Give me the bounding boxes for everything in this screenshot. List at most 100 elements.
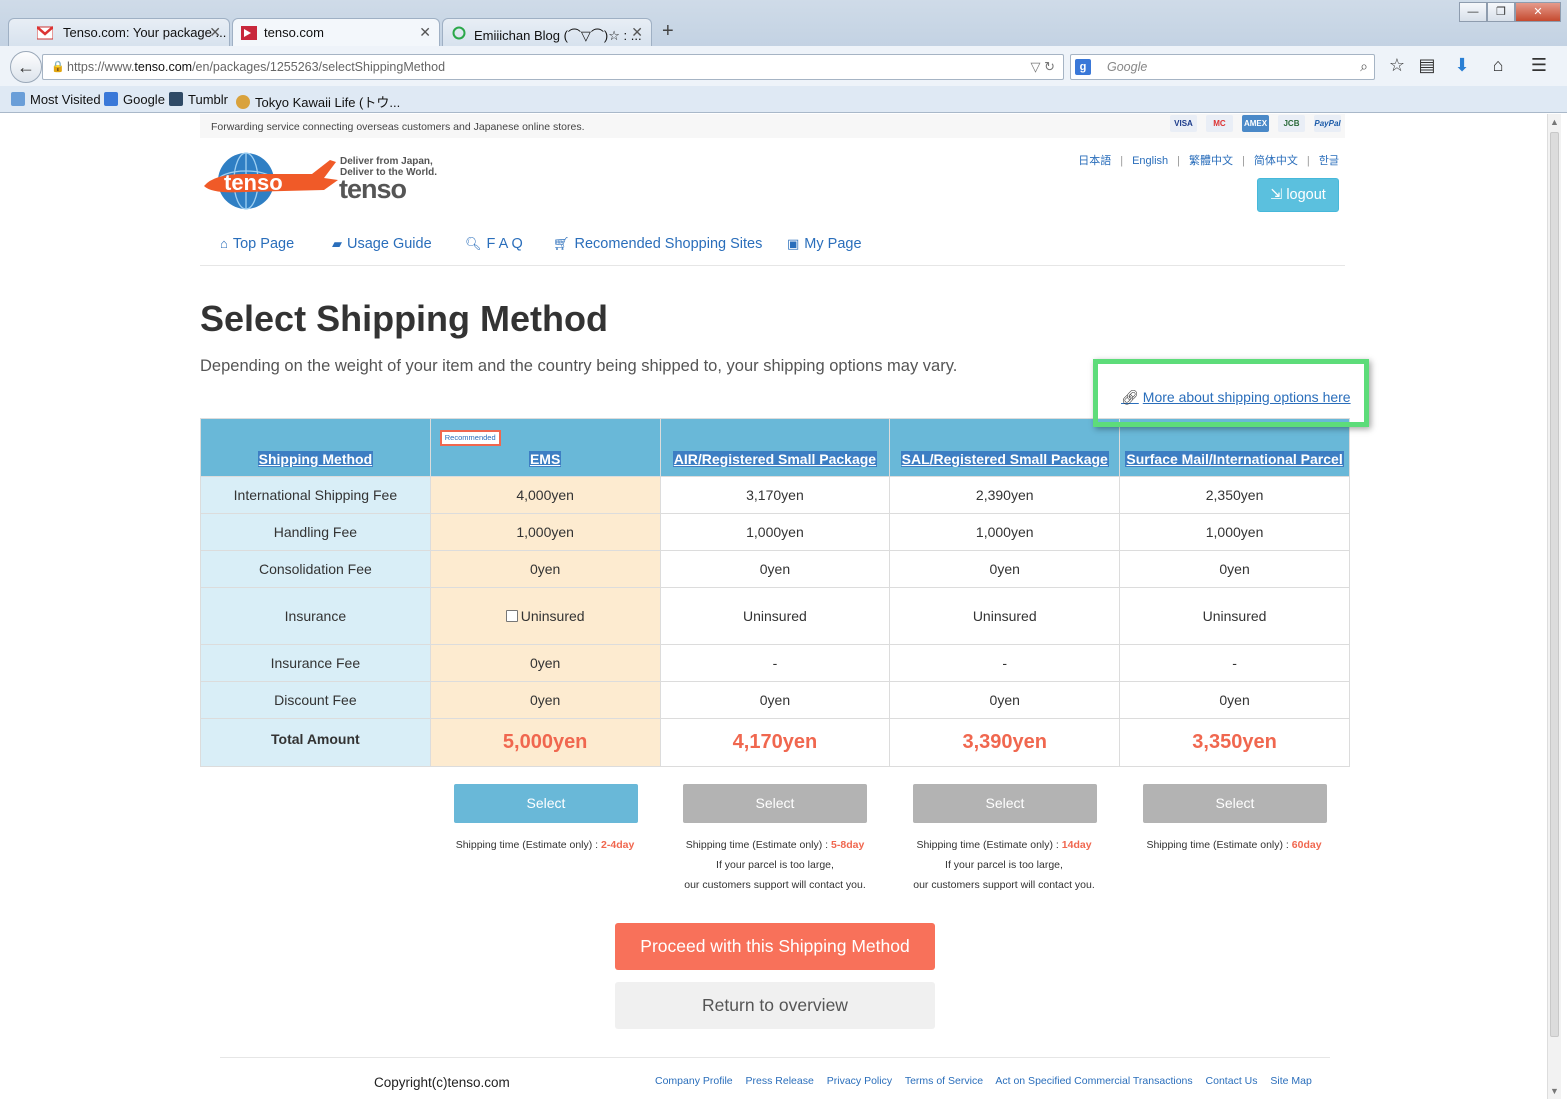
- shipping-time-line: Shipping time (Estimate only) : 14day: [884, 835, 1124, 855]
- shipping-time-label: Shipping time (Estimate only) :: [1146, 839, 1292, 851]
- large-parcel-note: If your parcel is too large,: [716, 859, 834, 871]
- nav-usage-guide[interactable]: ▰ Usage Guide: [332, 236, 432, 252]
- home-icon[interactable]: ⌂: [1487, 55, 1509, 77]
- tumblr-icon: [169, 92, 183, 106]
- globe-plane-icon: tenso: [204, 152, 338, 210]
- shipping-days: 14day: [1061, 839, 1092, 851]
- total-cell: 4,170yen: [659, 718, 891, 767]
- nav-label: Top Page: [232, 236, 295, 252]
- total-amount: 3,390yen: [962, 731, 1047, 753]
- shipping-days: 5-8day: [831, 839, 865, 851]
- new-tab-icon[interactable]: +: [662, 20, 674, 43]
- tab-gmail[interactable]: Tenso.com: Your package ... ✕: [8, 18, 230, 46]
- insurance-checkbox[interactable]: [505, 610, 518, 622]
- table-cell: 0yen: [889, 550, 1121, 588]
- url-bar[interactable]: 🔒 https://www.tenso.com/en/packages/1255…: [42, 54, 1064, 80]
- large-parcel-note: If your parcel is too large,: [945, 859, 1063, 871]
- download-icon[interactable]: ⬇: [1451, 55, 1473, 77]
- shipping-time-label: Shipping time (Estimate only) :: [455, 839, 602, 851]
- lang-english[interactable]: English: [1132, 155, 1168, 167]
- reload-icon[interactable]: ▽ ↻: [1030, 59, 1055, 75]
- header-shipping-method: Shipping Method: [200, 418, 431, 477]
- nav-label: Recomended Shopping Sites: [574, 236, 763, 252]
- nav-faq[interactable]: 🔍︎ F A Q: [465, 236, 523, 252]
- footer-link-terms[interactable]: Terms of Service: [905, 1075, 983, 1087]
- mastercard-icon: MC: [1206, 115, 1233, 132]
- header-ems: Recommended EMS: [429, 418, 661, 477]
- shipping-time-air: Shipping time (Estimate only) : 5-8day I…: [655, 835, 895, 895]
- footer-link-privacy[interactable]: Privacy Policy: [827, 1075, 892, 1087]
- bookmark-tumblr[interactable]: Tumblr: [169, 92, 228, 107]
- select-surface-button[interactable]: Select: [1143, 784, 1327, 823]
- row-label: Handling Fee: [200, 513, 431, 551]
- footer-link-contact[interactable]: Contact Us: [1206, 1075, 1258, 1087]
- lang-traditional-chinese[interactable]: 繁體中文: [1189, 155, 1233, 167]
- shipping-method-table: Shipping Method Recommended EMS AIR/Regis…: [200, 418, 1350, 767]
- total-amount: 4,170yen: [732, 731, 818, 753]
- home-icon: ⌂: [220, 236, 228, 251]
- tab-blog[interactable]: Emiiichan Blog (⌒▽⌒)☆ : ... ✕: [442, 18, 652, 46]
- table-cell: 0yen: [1119, 681, 1350, 719]
- scroll-up-icon[interactable]: ▲: [1550, 117, 1559, 127]
- tab-title: tenso.com: [264, 25, 324, 40]
- shipping-time-surface: Shipping time (Estimate only) : 60day: [1114, 835, 1354, 855]
- nav-label: My Page: [804, 236, 862, 252]
- back-arrow-icon[interactable]: ←: [10, 51, 42, 83]
- bookmark-most-visited[interactable]: Most Visited: [11, 92, 101, 107]
- more-shipping-options-link[interactable]: 🔗︎ More about shipping options here: [1121, 389, 1351, 406]
- table-row: Consolidation Fee 0yen 0yen 0yen 0yen: [200, 550, 1350, 588]
- close-window-icon[interactable]: ✕: [1515, 2, 1561, 22]
- magnifier-icon[interactable]: ⌕: [1360, 58, 1368, 75]
- proceed-button[interactable]: Proceed with this Shipping Method: [615, 923, 935, 970]
- vertical-scrollbar[interactable]: ▲ ▼: [1547, 114, 1561, 1099]
- close-tab-icon[interactable]: ✕: [419, 24, 431, 41]
- lang-korean[interactable]: 한글: [1319, 155, 1339, 167]
- bookmark-tokyo-kawaii[interactable]: Tokyo Kawaii Life (トウ...: [236, 92, 400, 111]
- select-air-button[interactable]: Select: [683, 784, 867, 823]
- table-header-row: Shipping Method Recommended EMS AIR/Regis…: [200, 418, 1350, 477]
- large-parcel-note: our customers support will contact you.: [684, 879, 866, 891]
- total-cell: 3,350yen: [1119, 718, 1350, 767]
- shipping-time-line: Shipping time (Estimate only) : 5-8day: [655, 835, 895, 855]
- minimize-icon[interactable]: —: [1459, 2, 1487, 22]
- total-cell: 5,000yen: [429, 718, 661, 767]
- table-cell: 3,170yen: [659, 476, 891, 514]
- logout-label: logout: [1286, 187, 1326, 203]
- footer-link-company[interactable]: Company Profile: [655, 1075, 733, 1087]
- payment-cards: VISA MC AMEX JCB PayPal: [1170, 115, 1341, 132]
- tab-title: Emiiichan Blog (⌒▽⌒)☆ : ...: [474, 28, 642, 43]
- menu-icon[interactable]: ☰: [1528, 55, 1550, 77]
- close-tab-icon[interactable]: ✕: [209, 24, 221, 41]
- nav-my-page[interactable]: ▣ My Page: [787, 236, 862, 252]
- table-cell: 1,000yen: [1119, 513, 1350, 551]
- tenso-logo[interactable]: tenso Deliver from Japan, Deliver to the…: [204, 150, 444, 212]
- close-tab-icon[interactable]: ✕: [631, 24, 643, 41]
- header-label: Surface Mail/International Parcel: [1125, 451, 1344, 467]
- logout-button[interactable]: ⇲ logout: [1257, 178, 1339, 212]
- select-sal-button[interactable]: Select: [913, 784, 1097, 823]
- return-to-overview-button[interactable]: Return to overview: [615, 982, 935, 1029]
- maximize-icon[interactable]: ❐: [1487, 2, 1515, 22]
- bookmark-star-icon[interactable]: ☆: [1386, 55, 1408, 77]
- lang-simplified-chinese[interactable]: 简体中文: [1254, 155, 1298, 167]
- nav-top-page[interactable]: ⌂ Top Page: [220, 236, 294, 252]
- bookmark-google[interactable]: Google: [104, 92, 165, 107]
- footer-link-press[interactable]: Press Release: [746, 1075, 814, 1087]
- shipping-time-label: Shipping time (Estimate only) :: [916, 839, 1062, 851]
- table-cell: -: [659, 644, 891, 682]
- footer-link-act[interactable]: Act on Specified Commercial Transactions: [995, 1075, 1192, 1087]
- page-icon: ▣: [787, 236, 800, 251]
- footer-link-sitemap[interactable]: Site Map: [1270, 1075, 1311, 1087]
- table-cell: 0yen: [429, 681, 661, 719]
- select-ems-button[interactable]: Select: [454, 784, 638, 823]
- jcb-icon: JCB: [1278, 115, 1305, 132]
- tab-tenso[interactable]: tenso.com ✕: [232, 18, 440, 47]
- nav-shopping-sites[interactable]: 🛒︎ Recomended Shopping Sites: [553, 236, 762, 252]
- lang-japanese[interactable]: 日本語: [1078, 155, 1111, 167]
- url-prefix: https://www.: [67, 60, 135, 74]
- table-cell: 0yen: [429, 644, 661, 682]
- reading-list-icon[interactable]: ▤: [1416, 55, 1438, 77]
- search-input[interactable]: g Google ⌕: [1070, 54, 1375, 80]
- scroll-down-icon[interactable]: ▼: [1550, 1086, 1559, 1096]
- scrollbar-thumb[interactable]: [1550, 132, 1559, 1037]
